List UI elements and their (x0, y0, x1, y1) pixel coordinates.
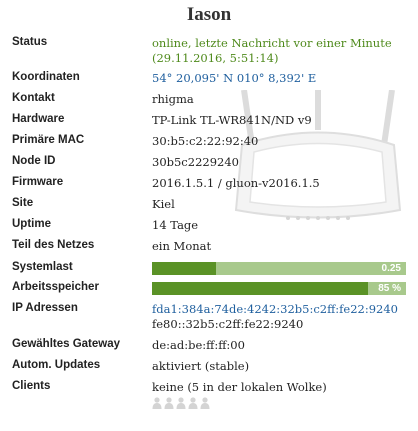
mac-label: Primäre MAC (12, 134, 85, 146)
status-label: Status (12, 36, 48, 48)
updates-value: aktiviert (stable) (152, 359, 250, 373)
koordinaten-link[interactable]: 54° 20,095' N 010° 8,392' E (152, 71, 316, 86)
hardware-value: TP-Link TL-WR841N/ND v9 (152, 113, 312, 127)
ip-value: fda1:384a:74de:4242:32b5:c2ff:fe22:9240 … (152, 302, 398, 332)
person-icon (164, 397, 174, 409)
ip-address-link[interactable]: fda1:384a:74de:4242:32b5:c2ff:fe22:9240 (152, 302, 398, 316)
page-title: Iason (186, 4, 232, 25)
gateway-label: Gewähltes Gateway (12, 338, 121, 350)
nodeid-value: 30b5c2229240 (152, 155, 239, 169)
kontakt-label: Kontakt (12, 92, 55, 104)
mac-value: 30:b5:c2:22:92:40 (152, 134, 259, 148)
updates-label: Autom. Updates (12, 359, 101, 371)
kontakt-value: rhigma (152, 92, 194, 106)
systemlast-label: Systemlast (12, 261, 73, 273)
clients-label: Clients (12, 380, 51, 392)
firmware-label: Firmware (12, 176, 64, 188)
person-icon (152, 397, 162, 409)
site-label: Site (12, 197, 34, 209)
gateway-value: de:ad:be:ff:ff:00 (152, 338, 245, 352)
teil-value: ein Monat (152, 239, 212, 253)
ip-address-local: fe80::32b5:c2ff:fe22:9240 (152, 317, 304, 331)
status-value: online, letzte Nachricht vor einer Minut… (152, 36, 392, 66)
arbeitsspeicher-bar-text: 85 % (378, 283, 401, 294)
person-icon (176, 397, 186, 409)
clients-value: keine (5 in der lokalen Wolke) (152, 380, 327, 394)
koordinaten-label: Koordinaten (12, 71, 80, 83)
uptime-value: 14 Tage (152, 218, 199, 232)
status-line1: online, letzte Nachricht vor einer Minut… (152, 36, 392, 50)
client-icons (152, 397, 210, 409)
arbeitsspeicher-bar: 85 % (152, 282, 406, 295)
teil-label: Teil des Netzes (12, 239, 95, 251)
status-line2: (29.11.2016, 5:51:14) (152, 51, 279, 65)
systemlast-bar: 0.25 (152, 262, 406, 275)
arbeitsspeicher-bar-fill (152, 282, 368, 295)
arbeitsspeicher-label: Arbeitsspeicher (12, 281, 99, 293)
uptime-label: Uptime (12, 218, 51, 230)
ip-label: IP Adressen (12, 302, 78, 314)
hardware-label: Hardware (12, 113, 65, 125)
person-icon (188, 397, 198, 409)
nodeid-label: Node ID (12, 155, 56, 167)
site-value: Kiel (152, 197, 175, 211)
systemlast-bar-text: 0.25 (381, 263, 401, 274)
systemlast-bar-fill (152, 262, 216, 275)
firmware-value: 2016.1.5.1 / gluon-v2016.1.5 (152, 176, 320, 190)
person-icon (200, 397, 210, 409)
